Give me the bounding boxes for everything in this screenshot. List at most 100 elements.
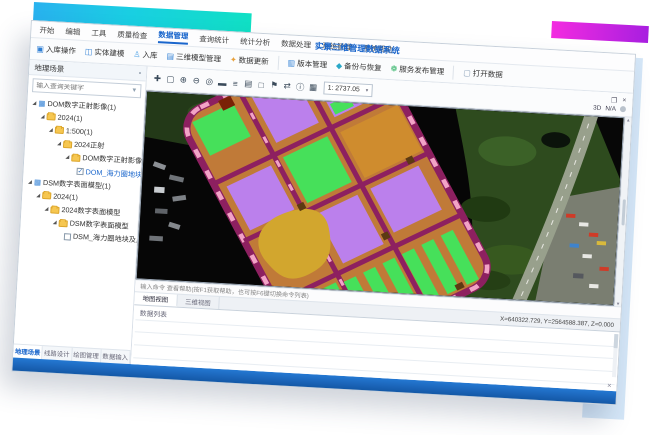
ribbon-label: 入库操作 xyxy=(46,44,77,57)
folder-icon xyxy=(63,141,72,148)
attribute-table-icon[interactable]: ▤ xyxy=(241,78,255,90)
ribbon-label: 打开数据 xyxy=(472,68,503,81)
expander-icon[interactable]: ◢ xyxy=(64,154,70,160)
ribbon-database-in-button[interactable]: ▣入库操作 xyxy=(36,43,76,56)
expander-icon[interactable]: ◢ xyxy=(31,100,37,106)
ribbon-label: 入库 xyxy=(142,49,158,61)
expander-icon[interactable]: ◢ xyxy=(35,192,41,198)
open-data-icon: ▢ xyxy=(463,68,471,77)
scale-combo[interactable]: 1: 2737.05 ▾ xyxy=(323,81,372,97)
map-canvas[interactable] xyxy=(137,92,624,305)
ribbon-label: 数据更新 xyxy=(238,55,269,68)
menu-item-data-manage[interactable]: 数据管理 xyxy=(158,29,189,45)
tree-node-label: 2024(1) xyxy=(57,113,82,123)
model-manage-icon: ▤ xyxy=(166,52,174,61)
tree-node-label: 1:500(1) xyxy=(66,127,93,137)
sidebar-title: 地理场景 xyxy=(34,62,65,75)
flag-icon[interactable]: ⚑ xyxy=(267,79,281,91)
version-icon: ▥ xyxy=(287,58,295,67)
expander-icon[interactable]: ◢ xyxy=(56,141,62,147)
zoom-out-icon[interactable]: ⊖ xyxy=(190,75,204,87)
north-arrow-label[interactable]: N/A xyxy=(605,105,616,113)
map-viewport[interactable] xyxy=(136,91,625,306)
folder-icon xyxy=(42,192,51,199)
scroll-up-icon[interactable]: ▲ xyxy=(626,117,631,122)
app-title: 实景三维管理数据系统 xyxy=(315,40,401,57)
folder-icon xyxy=(55,127,64,134)
panel-close-icon[interactable]: × xyxy=(607,381,612,390)
pan-view-icon[interactable]: ▬ xyxy=(216,77,230,88)
search-input[interactable] xyxy=(36,82,131,94)
folder-icon xyxy=(46,113,55,120)
application-window: 开始 编辑 工具 质量检查 数据管理 查询统计 统计分析 数据处理 系统管理 系… xyxy=(11,20,636,405)
mode-3d-toggle[interactable]: 3D xyxy=(593,104,602,111)
backup-icon: ◆ xyxy=(336,61,343,70)
ribbon-version-button[interactable]: ▥版本管理 xyxy=(287,57,327,70)
checkbox-unchecked[interactable] xyxy=(64,233,71,240)
folder-icon xyxy=(50,206,59,213)
chevron-down-icon: ▾ xyxy=(366,87,369,93)
ribbon-backup-button[interactable]: ◆备份与恢复 xyxy=(336,60,382,74)
menu-item-stat-analysis[interactable]: 统计分析 xyxy=(240,35,271,48)
expander-icon[interactable]: ◢ xyxy=(43,206,49,212)
decor-bar-magenta xyxy=(551,21,649,43)
folder-icon xyxy=(59,220,68,227)
info-icon[interactable]: ⓘ xyxy=(293,80,307,93)
expander-icon[interactable]: ◢ xyxy=(48,127,54,133)
zoom-extent-icon[interactable]: ◎ xyxy=(203,76,217,88)
menu-item-edit[interactable]: 编辑 xyxy=(65,25,81,37)
menu-item-data-process[interactable]: 数据处理 xyxy=(281,38,312,51)
scale-value: 1: 2737.05 xyxy=(327,85,359,94)
ribbon-person-button[interactable]: ♙入库 xyxy=(133,49,158,61)
person-icon: ♙ xyxy=(133,50,141,59)
menu-item-quality-check[interactable]: 质量检查 xyxy=(117,28,148,41)
layer-tree: ◢▦DOM数字正射影像(1) ◢2024(1) ◢1:500(1) ◢2024正… xyxy=(14,95,145,350)
tree-node-label: DSM_海力圈地块及周边 xyxy=(73,232,145,246)
layers-icon: ▦ xyxy=(38,99,46,108)
tree-node-label: 2024正射 xyxy=(74,140,105,152)
maximize-button[interactable]: ❐ xyxy=(611,96,618,104)
filter-icon[interactable]: ▼ xyxy=(131,88,137,94)
scroll-thumb[interactable] xyxy=(621,199,625,225)
publish-icon: ❁ xyxy=(390,64,397,73)
tree-node-label: 2024(1) xyxy=(53,192,78,202)
swap-icon[interactable]: ⇄ xyxy=(280,80,294,92)
menu-item-query-stats[interactable]: 查询统计 xyxy=(199,33,230,46)
database-in-icon: ▣ xyxy=(36,44,44,53)
ribbon-label: 三维模型管理 xyxy=(176,51,222,64)
layer-list-icon[interactable]: ≡ xyxy=(229,78,243,89)
pan-icon[interactable]: ✚ xyxy=(151,73,165,85)
page-background: 开始 编辑 工具 质量检查 数据管理 查询统计 统计分析 数据处理 系统管理 系… xyxy=(0,0,650,435)
expander-icon[interactable]: ◢ xyxy=(27,179,33,185)
ribbon-separator xyxy=(453,65,455,79)
pin-icon[interactable]: ▪ xyxy=(139,70,142,77)
menu-item-start[interactable]: 开始 xyxy=(39,24,55,36)
ribbon-entity-model-button[interactable]: ◫实体建模 xyxy=(85,46,125,59)
ribbon-data-update-button[interactable]: ✦数据更新 xyxy=(230,54,269,67)
checkbox-checked[interactable]: ✓ xyxy=(76,168,83,175)
select-icon[interactable]: ▢ xyxy=(164,74,178,86)
clip-rect-icon[interactable]: □ xyxy=(254,79,268,90)
map-panel: ✚ ▢ ⊕ ⊖ ◎ ▬ ≡ ▤ □ ⚑ ⇄ ⓘ ▦ 1: 2737.05 ▾ xyxy=(131,67,633,392)
folder-icon xyxy=(71,154,80,161)
layers-sidebar: 地理场景 ▪ ▼ ◢▦DOM数字正射影像(1) ◢2024(1) ◢1:500(… xyxy=(13,60,147,364)
close-button[interactable]: × xyxy=(622,97,627,105)
map-corner-controls: ❐ × 3D N/A xyxy=(593,95,629,113)
ribbon-model-manage-button[interactable]: ▤三维模型管理 xyxy=(166,51,221,65)
ribbon-label: 服务发布管理 xyxy=(399,64,445,77)
ribbon-open-data-button[interactable]: ▢打开数据 xyxy=(463,67,503,80)
expander-icon[interactable]: ◢ xyxy=(52,220,58,226)
compass-icon[interactable] xyxy=(620,106,626,112)
entity-model-icon: ◫ xyxy=(85,47,93,56)
grid-icon[interactable]: ▦ xyxy=(306,82,320,94)
layers-icon: ▦ xyxy=(34,178,42,187)
ribbon-label: 实体建模 xyxy=(94,47,125,60)
menu-item-tools[interactable]: 工具 xyxy=(91,27,107,39)
expander-icon[interactable]: ◢ xyxy=(39,113,45,119)
ribbon-label: 备份与恢复 xyxy=(344,61,382,74)
ribbon-publish-button[interactable]: ❁服务发布管理 xyxy=(390,63,444,77)
ribbon-label: 版本管理 xyxy=(297,58,328,71)
data-update-icon: ✦ xyxy=(230,55,237,64)
zoom-in-icon[interactable]: ⊕ xyxy=(177,74,191,86)
ribbon-separator xyxy=(277,55,279,69)
